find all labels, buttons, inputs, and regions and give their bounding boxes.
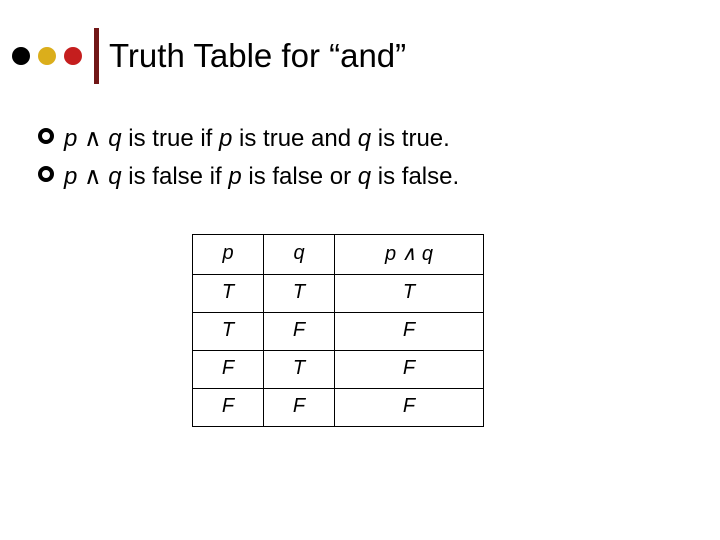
bullet-icon: [38, 128, 54, 144]
table-cell: F: [335, 313, 484, 351]
table-header: q: [264, 235, 335, 275]
bullet-text: p ∧ q is false if p is false or q is fal…: [64, 160, 459, 194]
bullet-text: p ∧ q is true if p is true and q is true…: [64, 122, 450, 156]
bullet-item: p ∧ q is true if p is true and q is true…: [38, 122, 680, 156]
table-cell: F: [264, 389, 335, 427]
table-cell: T: [193, 313, 264, 351]
table-cell: T: [193, 275, 264, 313]
table-cell: T: [335, 275, 484, 313]
table-row: F F F: [193, 389, 484, 427]
table-cell: T: [264, 351, 335, 389]
bullet-item: p ∧ q is false if p is false or q is fal…: [38, 160, 680, 194]
dot-icon: [64, 47, 82, 65]
dot-icon: [12, 47, 30, 65]
table-cell: F: [264, 313, 335, 351]
table-row: F T F: [193, 351, 484, 389]
vertical-divider: [94, 28, 99, 84]
truth-table-grid: p q p ∧ q T T T T F F F T F: [192, 234, 484, 427]
table-cell: F: [335, 389, 484, 427]
table-header-row: p q p ∧ q: [193, 235, 484, 275]
table-header: p: [193, 235, 264, 275]
table-cell: F: [193, 351, 264, 389]
table-row: T T T: [193, 275, 484, 313]
table-cell: T: [264, 275, 335, 313]
table-header: p ∧ q: [335, 235, 484, 275]
page-title: Truth Table for “and”: [109, 38, 406, 74]
slide: Truth Table for “and” p ∧ q is true if p…: [0, 0, 720, 540]
truth-table: p q p ∧ q T T T T F F F T F: [192, 234, 484, 427]
slide-header: Truth Table for “and”: [12, 28, 708, 84]
table-cell: F: [193, 389, 264, 427]
slide-body: p ∧ q is true if p is true and q is true…: [38, 122, 680, 197]
dot-icon: [38, 47, 56, 65]
decorative-dots: [12, 47, 90, 65]
table-row: T F F: [193, 313, 484, 351]
table-cell: F: [335, 351, 484, 389]
bullet-icon: [38, 166, 54, 182]
